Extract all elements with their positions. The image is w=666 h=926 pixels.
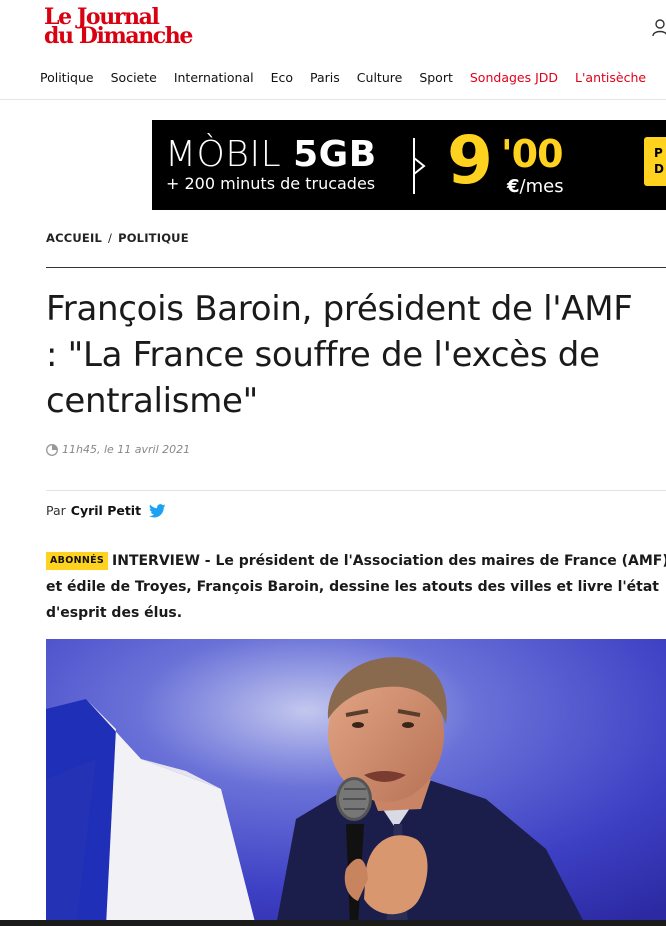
twitter-icon[interactable] — [149, 503, 166, 518]
clock-icon — [46, 443, 58, 456]
breadcrumb: ACCUEIL / POLITIQUE — [46, 231, 189, 245]
article-date-text: , le 11 avril 2021 — [96, 443, 191, 456]
main-nav: Politique Societe International Eco Pari… — [40, 70, 663, 85]
bottom-bar — [0, 920, 666, 926]
article-photo — [46, 639, 666, 926]
ad-brand-bold: 5GB — [293, 134, 377, 175]
nav-item-eco[interactable]: Eco — [271, 70, 293, 85]
ad-price-unit: €/mes — [507, 176, 564, 197]
lead-text: INTERVIEW - Le président de l'Associatio… — [46, 553, 666, 621]
ad-brand-light: MÒBIL — [165, 134, 294, 175]
nav-item-antiseche[interactable]: L'antisèche — [575, 70, 646, 85]
article-time: 11h45 — [62, 443, 97, 456]
nav-item-international[interactable]: International — [174, 70, 254, 85]
subscriber-badge: ABONNÉS — [46, 552, 109, 570]
site-logo[interactable]: Le Journal du Dimanche — [44, 6, 193, 49]
ad-price-cents: '00 — [501, 132, 564, 176]
date-divider — [46, 490, 666, 491]
ad-banner[interactable]: MÒBIL 5GB + 200 minuts de trucades 9 '00… — [152, 120, 666, 210]
article-title: François Baroin, président de l'AMF : "L… — [46, 289, 633, 421]
breadcrumb-home[interactable]: ACCUEIL — [46, 231, 102, 245]
nav-item-paris[interactable]: Paris — [310, 70, 340, 85]
user-icon[interactable] — [652, 19, 666, 37]
nav-item-culture[interactable]: Culture — [357, 70, 403, 85]
author-prefix: Par — [46, 503, 66, 518]
header-divider — [0, 99, 666, 100]
ad-side-text: P D — [654, 146, 664, 176]
author-name[interactable]: Cyril Petit — [71, 503, 141, 518]
nav-item-societe[interactable]: Societe — [111, 70, 157, 85]
breadcrumb-divider — [46, 267, 666, 268]
ad-unit-label: /mes — [519, 176, 564, 197]
nav-item-sondages[interactable]: Sondages JDD — [470, 70, 558, 85]
breadcrumb-separator: / — [107, 231, 113, 245]
ad-side-panel: P D — [644, 137, 666, 186]
article-lead: ABONNÉS INTERVIEW - Le président de l'Ass… — [46, 548, 666, 626]
breadcrumb-section[interactable]: POLITIQUE — [118, 231, 189, 245]
ad-currency: € — [507, 176, 520, 197]
chevron-right-icon — [413, 138, 426, 194]
ad-headline: MÒBIL 5GB — [165, 134, 377, 175]
nav-item-sport[interactable]: Sport — [419, 70, 453, 85]
nav-item-politique[interactable]: Politique — [40, 70, 94, 85]
ad-subtitle: + 200 minuts de trucades — [166, 174, 376, 193]
logo-line-2: du Dimanche — [44, 23, 193, 49]
article-author: Par Cyril Petit — [46, 503, 166, 518]
ad-price-main: 9 — [447, 122, 493, 199]
article-date: 11h45, le 11 avril 2021 — [46, 443, 190, 456]
